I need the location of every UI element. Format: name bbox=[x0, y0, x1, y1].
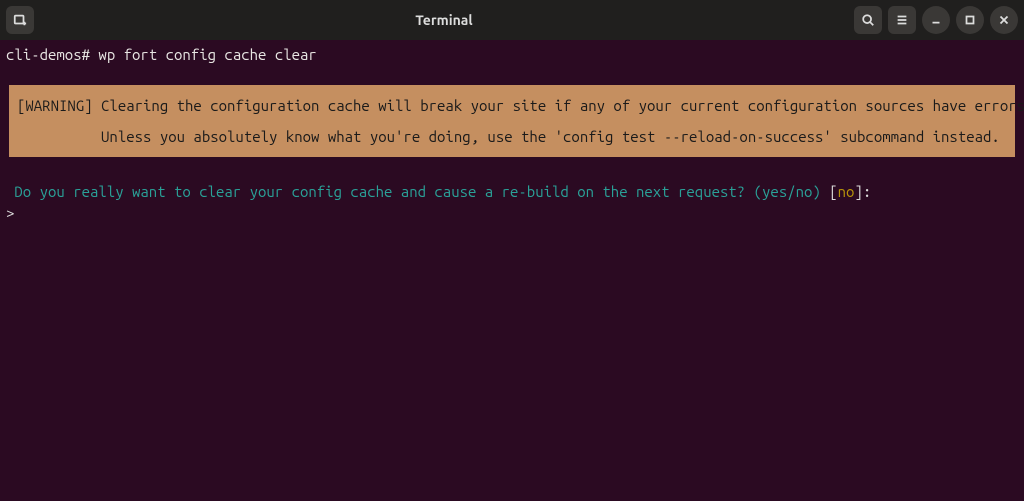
confirmation-prompt: Do you really want to clear your config … bbox=[6, 181, 1018, 202]
warning-tag: [WARNING] bbox=[17, 97, 93, 114]
search-icon bbox=[861, 13, 875, 27]
close-icon bbox=[997, 13, 1011, 27]
question-text: Do you really want to clear your config … bbox=[14, 183, 745, 200]
bracket-close: ]: bbox=[854, 183, 871, 200]
new-tab-icon bbox=[13, 13, 27, 27]
input-caret[interactable]: > bbox=[6, 202, 1018, 223]
shell-prompt: cli-demos# bbox=[6, 46, 90, 63]
warning-line-1: Clearing the configuration cache will br… bbox=[101, 97, 1024, 114]
window-title: Terminal bbox=[40, 12, 848, 28]
window-titlebar: Terminal bbox=[0, 0, 1024, 40]
command-line: cli-demos# wp fort config cache clear bbox=[6, 44, 1018, 65]
close-button[interactable] bbox=[990, 6, 1018, 34]
command-text: wp fort config cache clear bbox=[98, 46, 316, 63]
terminal-body[interactable]: cli-demos# wp fort config cache clear [W… bbox=[0, 40, 1024, 227]
new-tab-button[interactable] bbox=[6, 6, 34, 34]
minimize-button[interactable] bbox=[922, 6, 950, 34]
question-options: (yes/no) bbox=[754, 183, 821, 200]
warning-line-2: Unless you absolutely know what you're d… bbox=[101, 128, 1000, 145]
maximize-button[interactable] bbox=[956, 6, 984, 34]
hamburger-icon bbox=[895, 13, 909, 27]
minimize-icon bbox=[929, 13, 943, 27]
menu-button[interactable] bbox=[888, 6, 916, 34]
warning-box: [WARNING] Clearing the configuration cac… bbox=[9, 85, 1015, 157]
maximize-icon bbox=[963, 13, 977, 27]
default-answer: no bbox=[838, 183, 855, 200]
search-button[interactable] bbox=[854, 6, 882, 34]
bracket-open: [ bbox=[829, 183, 837, 200]
